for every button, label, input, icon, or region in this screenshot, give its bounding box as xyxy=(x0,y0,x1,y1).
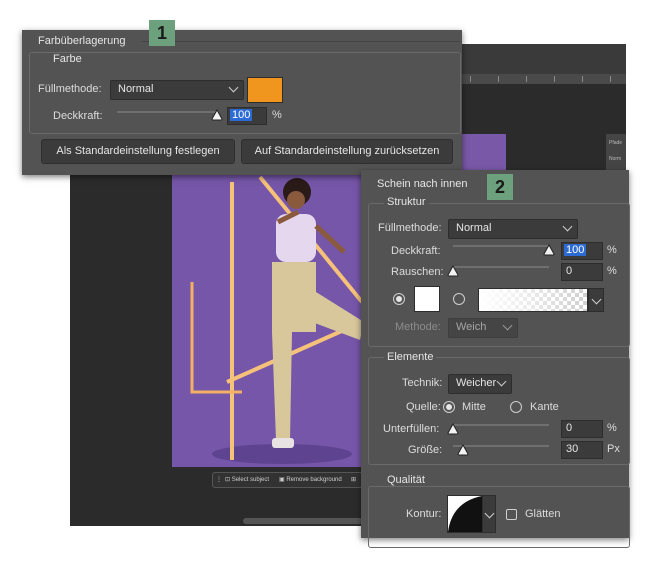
method-select[interactable]: Weich xyxy=(448,318,518,338)
gradient-radio[interactable] xyxy=(453,293,465,305)
source-edge-label: Kante xyxy=(530,401,559,413)
opacity-value: 100 xyxy=(230,109,253,121)
set-default-button[interactable]: Als Standardeinstellung festlegen xyxy=(41,139,235,164)
step-badge-1: 1 xyxy=(149,20,175,46)
gradient-dropdown[interactable] xyxy=(588,288,604,312)
chevron-down-icon xyxy=(496,376,507,387)
contour-dropdown[interactable] xyxy=(482,495,496,533)
source-label: Quelle: xyxy=(406,401,441,413)
technique-label: Technik: xyxy=(402,377,443,389)
step-badge-2: 2 xyxy=(487,174,513,200)
photo-illustration xyxy=(190,175,364,464)
solid-color-radio[interactable] xyxy=(393,293,405,305)
fill-method-value: Normal xyxy=(456,222,492,234)
contour-preview[interactable] xyxy=(447,495,483,533)
chevron-down-icon xyxy=(228,82,239,93)
inner-glow-panel: Schein nach innen Struktur Füllmethode: … xyxy=(361,170,630,548)
gradient-swatch[interactable] xyxy=(478,288,588,312)
technique-select[interactable]: Weicher xyxy=(448,374,512,394)
canvas-photo xyxy=(172,172,367,467)
choke-slider-track[interactable] xyxy=(453,424,549,426)
choke-input[interactable]: 0 xyxy=(561,420,603,438)
structure-group-title: Struktur xyxy=(384,196,429,208)
fill-method-value: Normal xyxy=(118,83,154,95)
size-value: 30 xyxy=(566,443,579,455)
more-icon[interactable]: ⊞ xyxy=(351,476,356,483)
horizontal-scrollbar[interactable] xyxy=(243,518,363,524)
percent-unit: % xyxy=(272,109,282,121)
remove-background-button[interactable]: ▣ Remove background xyxy=(279,476,342,483)
technique-value: Weicher xyxy=(456,377,497,389)
opacity-slider-track[interactable] xyxy=(117,111,217,113)
method-value: Weich xyxy=(456,321,487,333)
choke-value: 0 xyxy=(566,422,573,434)
chevron-down-icon xyxy=(591,294,602,305)
glow-color-swatch[interactable] xyxy=(414,286,440,312)
inner-glow-title: Schein nach innen xyxy=(377,178,468,190)
opacity-slider-track[interactable] xyxy=(453,245,549,247)
contour-curve-icon xyxy=(448,496,482,532)
select-subject-label: Select subject xyxy=(231,477,270,483)
percent-unit: % xyxy=(607,244,617,256)
opacity-input[interactable]: 100 xyxy=(561,242,603,260)
noise-slider-track[interactable] xyxy=(453,266,549,268)
color-group-title: Farbe xyxy=(50,53,85,65)
drag-handle-icon[interactable]: ⋮ xyxy=(216,476,222,483)
percent-unit: % xyxy=(607,422,617,434)
opacity-input[interactable]: 100 xyxy=(227,107,267,125)
anti-alias-label: Glätten xyxy=(525,508,561,520)
source-center-label: Mitte xyxy=(462,401,486,413)
select-subject-button[interactable]: ⊡ Select subject xyxy=(225,476,269,483)
canvas-area xyxy=(458,134,506,172)
color-overlay-panel: Farbüberlagerung Farbe Füllmethode: Norm… xyxy=(22,30,462,175)
fill-method-label: Füllmethode: xyxy=(38,83,102,95)
overlay-color-swatch[interactable] xyxy=(247,77,283,103)
size-input[interactable]: 30 xyxy=(561,441,603,459)
ruler xyxy=(458,74,626,84)
contextual-task-bar: ⋮ ⊡ Select subject ▣ Remove background ⊞ xyxy=(212,472,366,488)
contour-label: Kontur: xyxy=(406,508,442,520)
reset-default-button[interactable]: Auf Standardeinstellung zurücksetzen xyxy=(241,139,453,164)
person-icon: ⊡ xyxy=(225,477,232,483)
elements-group-title: Elemente xyxy=(384,351,437,363)
pixel-unit: Px xyxy=(607,443,620,455)
chevron-down-icon xyxy=(502,320,513,331)
paths-label: Pfade xyxy=(609,140,623,146)
noise-input[interactable]: 0 xyxy=(561,263,603,281)
divider xyxy=(142,41,460,42)
fill-method-select[interactable]: Normal xyxy=(448,219,578,239)
choke-label: Unterfüllen: xyxy=(383,423,440,435)
source-center-radio[interactable] xyxy=(443,401,455,413)
noise-value: 0 xyxy=(566,265,573,277)
opacity-value: 100 xyxy=(564,244,587,256)
percent-unit: % xyxy=(607,265,617,277)
options-bar xyxy=(458,44,626,74)
anti-alias-checkbox[interactable] xyxy=(506,509,517,520)
fill-method-label: Füllmethode: xyxy=(378,222,442,234)
chevron-down-icon xyxy=(484,508,495,519)
size-label: Größe: xyxy=(408,444,443,456)
method-label: Methode: xyxy=(395,321,441,333)
remove-background-label: Remove background xyxy=(286,477,342,483)
opacity-label: Deckkraft: xyxy=(53,110,103,122)
noise-label: Rauschen: xyxy=(391,266,444,278)
quality-group-title: Qualität xyxy=(384,474,428,486)
chevron-down-icon xyxy=(562,221,573,232)
source-edge-radio[interactable] xyxy=(510,401,522,413)
opacity-label: Deckkraft: xyxy=(391,245,441,257)
color-overlay-title: Farbüberlagerung xyxy=(38,35,126,47)
fill-method-select[interactable]: Normal xyxy=(110,80,244,100)
normal-label: Norm xyxy=(609,156,622,162)
